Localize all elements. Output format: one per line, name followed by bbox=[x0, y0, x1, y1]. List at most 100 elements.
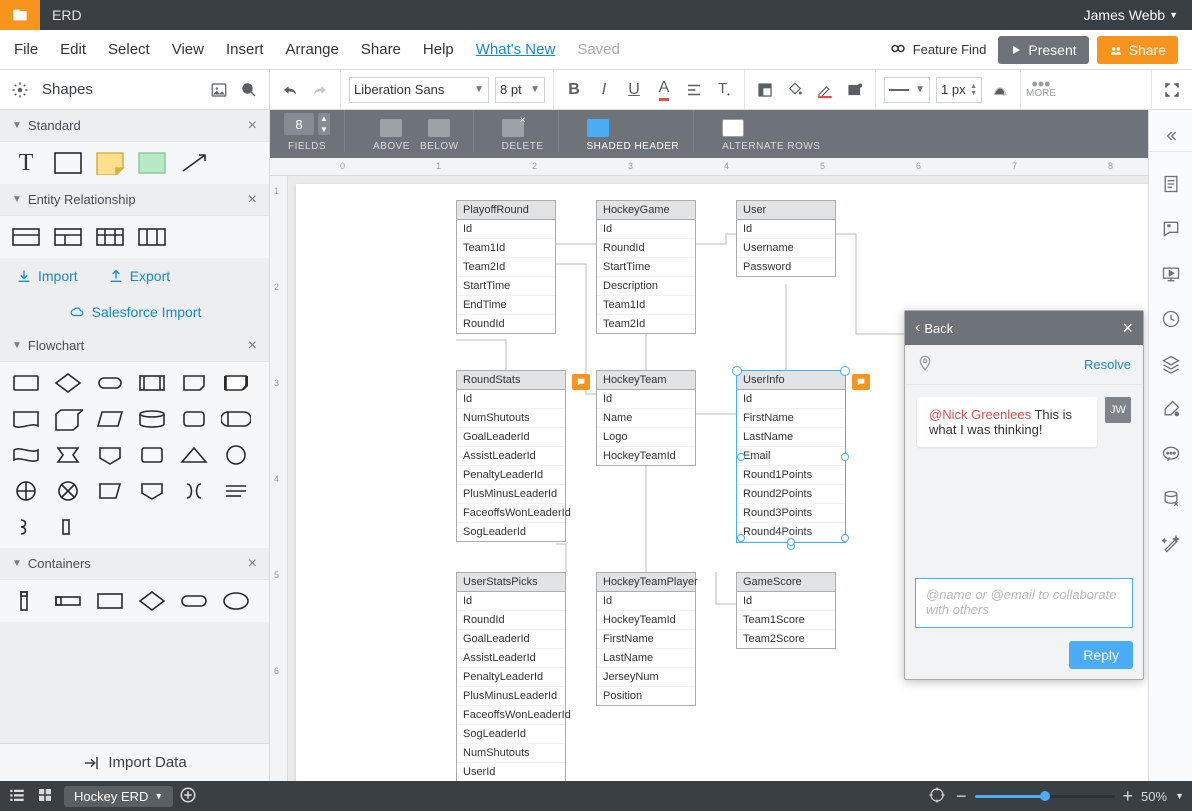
history-icon[interactable] bbox=[1161, 309, 1181, 332]
er-table-3[interactable] bbox=[94, 224, 126, 250]
flowchart-shape[interactable] bbox=[136, 442, 168, 468]
entity-field[interactable]: RoundId bbox=[597, 239, 695, 258]
flowchart-shape[interactable] bbox=[10, 370, 42, 396]
entity-header[interactable]: RoundStats bbox=[457, 371, 565, 390]
rect-shape[interactable] bbox=[52, 150, 84, 176]
entity-field[interactable]: Id bbox=[737, 592, 835, 611]
menu-view[interactable]: View bbox=[172, 41, 204, 58]
magic-icon[interactable] bbox=[1161, 534, 1181, 557]
target-icon[interactable] bbox=[928, 786, 946, 807]
line-options-icon[interactable] bbox=[988, 78, 1012, 102]
flowchart-shape[interactable] bbox=[178, 406, 210, 432]
group-containers[interactable]: ▼Containers × bbox=[0, 548, 269, 580]
entity-field[interactable]: LastName bbox=[597, 649, 695, 668]
menu-help[interactable]: Help bbox=[423, 41, 454, 58]
entity-field[interactable]: Id bbox=[737, 220, 835, 239]
import-data-button[interactable]: Import Data bbox=[0, 743, 269, 781]
flowchart-shape[interactable] bbox=[220, 370, 252, 396]
entity-field[interactable]: JerseyNum bbox=[597, 668, 695, 687]
entity-field[interactable]: Id bbox=[457, 592, 565, 611]
er-table-2[interactable] bbox=[52, 224, 84, 250]
close-icon[interactable]: × bbox=[248, 191, 257, 209]
line-style-select[interactable]: ▼ bbox=[884, 77, 930, 103]
entity-hockeygame[interactable]: HockeyGameIdRoundIdStartTimeDescriptionT… bbox=[596, 200, 696, 334]
entity-field[interactable]: Logo bbox=[597, 428, 695, 447]
flowchart-shape[interactable] bbox=[52, 370, 84, 396]
shape-options-icon[interactable] bbox=[8, 78, 32, 102]
entity-field[interactable]: StartTime bbox=[457, 277, 555, 296]
shape-fill-icon[interactable] bbox=[753, 78, 777, 102]
chat-icon[interactable] bbox=[1161, 444, 1181, 467]
flowchart-shape[interactable] bbox=[10, 406, 42, 432]
arrow-shape[interactable] bbox=[178, 150, 210, 176]
fill-color-icon[interactable] bbox=[783, 78, 807, 102]
home-button[interactable] bbox=[0, 0, 40, 30]
shape-style-icon[interactable] bbox=[843, 78, 867, 102]
group-flowchart[interactable]: ▼Flowchart × bbox=[0, 330, 269, 362]
font-size-select[interactable]: 8 pt▼ bbox=[495, 77, 545, 103]
comment-back-button[interactable]: ‹Back bbox=[915, 319, 953, 337]
entity-field[interactable]: PenaltyLeaderId bbox=[457, 668, 565, 687]
flowchart-shape[interactable] bbox=[10, 478, 42, 504]
entity-field[interactable]: Team2Id bbox=[457, 258, 555, 277]
entity-field[interactable]: LastName bbox=[737, 428, 845, 447]
bold-icon[interactable]: B bbox=[562, 78, 586, 102]
zoom-value[interactable]: 50% bbox=[1141, 789, 1167, 804]
undo-icon[interactable] bbox=[278, 78, 302, 102]
entity-field[interactable]: Round2Points bbox=[737, 485, 845, 504]
entity-field[interactable]: Username bbox=[737, 239, 835, 258]
entity-field[interactable]: Team2Id bbox=[597, 315, 695, 333]
document-name[interactable]: ERD bbox=[52, 7, 82, 23]
comment-close-button[interactable]: × bbox=[1122, 318, 1133, 339]
resolve-button[interactable]: Resolve bbox=[1084, 357, 1131, 372]
flowchart-shape[interactable] bbox=[10, 442, 42, 468]
add-below-icon[interactable] bbox=[428, 119, 450, 137]
entity-field[interactable]: GoalLeaderId bbox=[457, 428, 565, 447]
entity-userstatspicks[interactable]: UserStatsPicksIdRoundIdGoalLeaderIdAssis… bbox=[456, 572, 566, 781]
flowchart-shape[interactable] bbox=[178, 442, 210, 468]
entity-header[interactable]: HockeyGame bbox=[597, 201, 695, 220]
close-icon[interactable]: × bbox=[248, 555, 257, 573]
entity-field[interactable]: SogLeaderId bbox=[457, 725, 565, 744]
entity-field[interactable]: RoundId bbox=[457, 315, 555, 333]
container-shape[interactable] bbox=[94, 588, 126, 614]
menu-file[interactable]: File bbox=[14, 41, 38, 58]
entity-field[interactable]: PlusMinusLeaderId bbox=[457, 687, 565, 706]
line-width-select[interactable]: 1 px ▲▼ bbox=[936, 77, 982, 103]
entity-field[interactable]: Round3Points bbox=[737, 504, 845, 523]
entity-hockeyteamplayer[interactable]: HockeyTeamPlayerIdHockeyTeamIdFirstNameL… bbox=[596, 572, 696, 706]
entity-field[interactable]: UserId bbox=[457, 763, 565, 781]
text-shape[interactable]: T bbox=[10, 150, 42, 176]
entity-field[interactable]: Team2Score bbox=[737, 630, 835, 648]
comment-badge-icon[interactable] bbox=[852, 374, 870, 390]
entity-header[interactable]: HockeyTeam bbox=[597, 371, 695, 390]
entity-field[interactable]: PenaltyLeaderId bbox=[457, 466, 565, 485]
zoom-out-icon[interactable]: − bbox=[956, 786, 967, 807]
add-page-icon[interactable] bbox=[179, 786, 197, 807]
entity-field[interactable]: Team1Score bbox=[737, 611, 835, 630]
flowchart-shape[interactable] bbox=[136, 370, 168, 396]
entity-field[interactable]: EndTime bbox=[457, 296, 555, 315]
entity-field[interactable]: AssistLeaderId bbox=[457, 447, 565, 466]
menu-share[interactable]: Share bbox=[361, 41, 401, 58]
close-icon[interactable]: × bbox=[248, 117, 257, 135]
flowchart-shape[interactable] bbox=[52, 514, 84, 540]
collapse-dock-icon[interactable] bbox=[1149, 120, 1192, 152]
fields-dec[interactable]: ▼ bbox=[318, 124, 330, 135]
flowchart-shape[interactable] bbox=[136, 406, 168, 432]
font-select[interactable]: Liberation Sans▼ bbox=[349, 77, 489, 103]
entity-field[interactable]: Password bbox=[737, 258, 835, 276]
menu-select[interactable]: Select bbox=[108, 41, 150, 58]
search-icon[interactable] bbox=[237, 78, 261, 102]
group-er[interactable]: ▼Entity Relationship × bbox=[0, 184, 269, 216]
flowchart-shape[interactable] bbox=[220, 478, 252, 504]
flowchart-shape[interactable] bbox=[220, 406, 252, 432]
flowchart-shape[interactable] bbox=[94, 442, 126, 468]
redo-icon[interactable] bbox=[308, 78, 332, 102]
image-icon[interactable] bbox=[207, 78, 231, 102]
reply-button[interactable]: Reply bbox=[1069, 641, 1133, 669]
entity-field[interactable]: FaceoffsWonLeaderId bbox=[457, 504, 565, 523]
list-view-icon[interactable] bbox=[8, 786, 26, 807]
entity-gamescore[interactable]: GameScoreIdTeam1ScoreTeam2Score bbox=[736, 572, 836, 649]
entity-field[interactable]: AssistLeaderId bbox=[457, 649, 565, 668]
